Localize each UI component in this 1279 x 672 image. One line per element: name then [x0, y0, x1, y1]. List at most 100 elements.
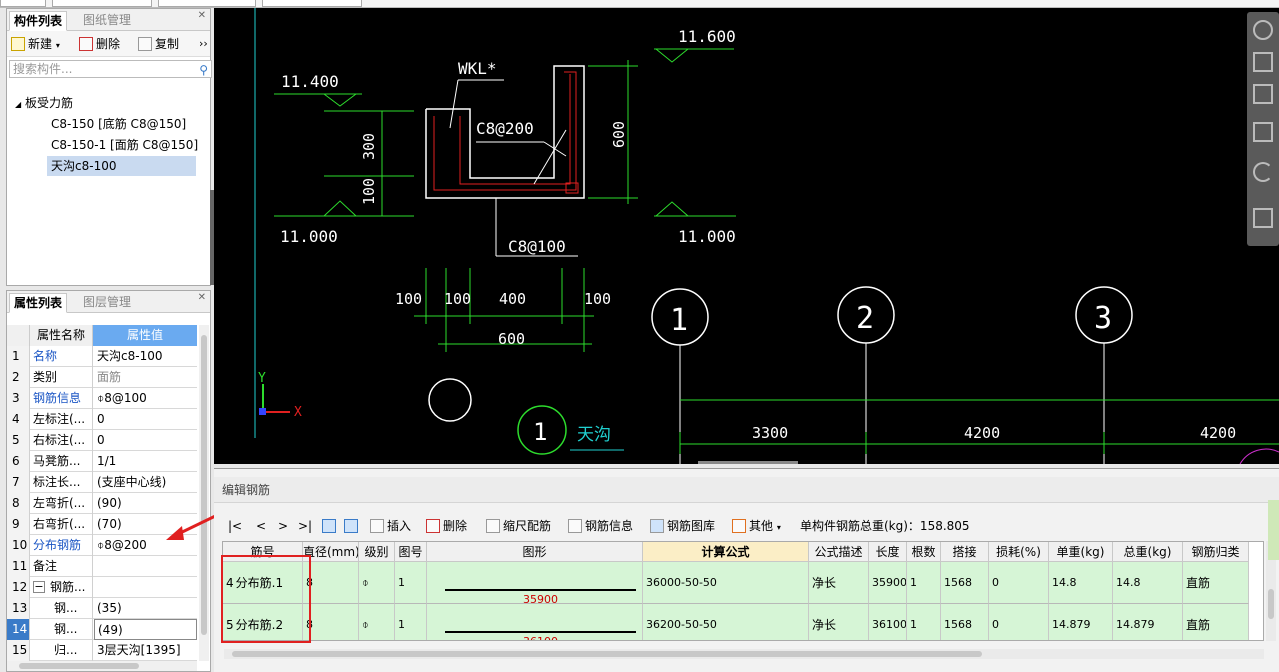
property-value[interactable]: [94, 577, 197, 598]
grid-cell-loss[interactable]: 0: [989, 562, 1049, 604]
property-row[interactable]: 2 类别 面筋: [7, 367, 197, 388]
property-row[interactable]: 15 归... 3层天沟[1395]: [7, 640, 197, 661]
grid-cell-shape[interactable]: 35900: [427, 562, 643, 604]
nav-next-button[interactable]: >: [278, 517, 288, 535]
column-header[interactable]: 公式描述: [809, 542, 869, 562]
rotate-icon[interactable]: [1253, 162, 1273, 182]
grid-cell-fig[interactable]: 1: [395, 562, 427, 604]
tab-component-list[interactable]: 构件列表: [9, 11, 68, 31]
delete-row-button[interactable]: 删除: [426, 517, 467, 535]
copy-button[interactable]: 复制: [138, 35, 179, 53]
vertical-scrollbar[interactable]: [199, 325, 209, 661]
grid-cell-len[interactable]: 36100: [869, 604, 907, 640]
column-header[interactable]: 级别: [359, 542, 395, 562]
column-header[interactable]: 钢筋归类: [1183, 542, 1249, 562]
grid-cell-dia[interactable]: 8: [303, 604, 359, 640]
viewport-splitter[interactable]: [698, 461, 798, 464]
grid-cell-dia[interactable]: 8: [303, 562, 359, 604]
column-header[interactable]: 直径(mm): [303, 542, 359, 562]
property-value[interactable]: 3层天沟[1395]: [94, 640, 197, 661]
property-value[interactable]: (35): [94, 598, 197, 619]
property-value[interactable]: 面筋: [94, 367, 197, 388]
tree-root[interactable]: ◢ 板受力筋: [15, 93, 73, 113]
insert-button[interactable]: 插入: [370, 517, 411, 535]
tree-item[interactable]: C8-150 [底筋 C8@150]: [51, 114, 186, 134]
property-row[interactable]: 7 标注长... (支座中心线): [7, 472, 197, 493]
3d-view-icon[interactable]: [1253, 52, 1273, 72]
dropdown-arrow-icon[interactable]: ▾: [56, 41, 60, 50]
tree-item[interactable]: C8-150-1 [面筋 C8@150]: [51, 135, 198, 155]
component-search-input[interactable]: 搜索构件... ⚲: [9, 60, 212, 78]
dropdown-arrow-icon[interactable]: ▾: [777, 523, 781, 532]
property-value[interactable]: (支座中心线): [94, 472, 197, 493]
grid-cell-shape[interactable]: 36100: [427, 604, 643, 640]
collapse-icon[interactable]: −: [33, 581, 45, 593]
property-row[interactable]: 12 钢筋... −: [7, 577, 197, 598]
scale-rebar-button[interactable]: 缩尺配筋: [486, 517, 551, 535]
grid-cell-count[interactable]: 1: [907, 562, 941, 604]
property-value[interactable]: (49): [94, 619, 197, 640]
column-header[interactable]: 图形: [427, 542, 643, 562]
grid-cell-total[interactable]: 14.879: [1113, 604, 1183, 640]
column-header[interactable]: 单重(kg): [1049, 542, 1113, 562]
property-value[interactable]: ⌽8@100: [94, 388, 197, 409]
search-icon[interactable]: ⚲: [199, 62, 208, 78]
top-tab[interactable]: [262, 0, 362, 7]
property-row[interactable]: 1 名称 天沟c8-100: [7, 346, 197, 367]
move-up-button[interactable]: [322, 517, 339, 535]
scrollbar-thumb[interactable]: [232, 651, 982, 657]
other-button[interactable]: 其他 ▾: [732, 517, 781, 535]
move-down-button[interactable]: [344, 517, 361, 535]
property-value[interactable]: 天沟c8-100: [94, 346, 197, 367]
rebar-library-button[interactable]: 钢筋图库: [650, 517, 715, 535]
grid-cell-unit[interactable]: 14.8: [1049, 562, 1113, 604]
grid-cell-desc[interactable]: 净长: [809, 562, 869, 604]
grid-cell-loss[interactable]: 0: [989, 604, 1049, 640]
more-button[interactable]: ››: [199, 35, 208, 53]
grid-cell-len[interactable]: 35900: [869, 562, 907, 604]
horizontal-scrollbar[interactable]: [7, 661, 197, 671]
property-row[interactable]: 14 钢... (49): [7, 619, 197, 640]
top-view-icon[interactable]: [1253, 84, 1273, 104]
property-value[interactable]: 0: [94, 430, 197, 451]
column-header[interactable]: 图号: [395, 542, 427, 562]
property-value[interactable]: 1/1: [94, 451, 197, 472]
scrollbar-thumb[interactable]: [201, 335, 207, 635]
grid-cell-fig[interactable]: 1: [395, 604, 427, 640]
cad-viewport[interactable]: 11.400 11.000 300 100 WKL* C8@200 C8@100…: [214, 8, 1279, 464]
property-value[interactable]: [94, 556, 197, 577]
nav-last-button[interactable]: >|: [298, 517, 312, 535]
rebar-info-button[interactable]: 钢筋信息: [568, 517, 633, 535]
tab-drawing-management[interactable]: 图纸管理: [79, 11, 135, 31]
orbit-icon[interactable]: [1253, 20, 1273, 40]
close-icon[interactable]: ✕: [198, 10, 206, 21]
column-header[interactable]: 总重(kg): [1113, 542, 1183, 562]
property-row[interactable]: 6 马凳筋... 1/1: [7, 451, 197, 472]
column-header[interactable]: 计算公式: [643, 542, 809, 562]
grid-cell-formula[interactable]: 36200-50-50: [643, 604, 809, 640]
grid-cell-desc[interactable]: 净长: [809, 604, 869, 640]
collapse-triangle-icon[interactable]: ◢: [15, 100, 21, 109]
grid-cell-cat[interactable]: 直筋: [1183, 562, 1249, 604]
grid-cell-count[interactable]: 1: [907, 604, 941, 640]
top-tab[interactable]: [52, 0, 152, 7]
tab-layer-management[interactable]: 图层管理: [79, 293, 135, 313]
column-header[interactable]: 长度: [869, 542, 907, 562]
top-tab[interactable]: [0, 0, 46, 7]
grid-horizontal-scrollbar[interactable]: [224, 649, 1264, 659]
top-tab[interactable]: [158, 0, 256, 7]
property-value[interactable]: 0: [94, 409, 197, 430]
tree-item-selected[interactable]: 天沟c8-100: [47, 156, 196, 176]
grid-cell-grade[interactable]: ⌽: [359, 604, 395, 640]
nav-prev-button[interactable]: <: [256, 517, 266, 535]
grid-cell-grade[interactable]: ⌽: [359, 562, 395, 604]
scrollbar-thumb[interactable]: [19, 663, 139, 669]
tab-property-list[interactable]: 属性列表: [9, 293, 68, 313]
property-row[interactable]: 13 钢... (35): [7, 598, 197, 619]
column-header[interactable]: 根数: [907, 542, 941, 562]
cube-view-icon[interactable]: [1253, 122, 1273, 142]
property-row[interactable]: 5 右标注(... 0: [7, 430, 197, 451]
grid-cell-formula[interactable]: 36000-50-50: [643, 562, 809, 604]
grid-view-icon[interactable]: [1253, 208, 1273, 228]
property-row[interactable]: 11 备注: [7, 556, 197, 577]
